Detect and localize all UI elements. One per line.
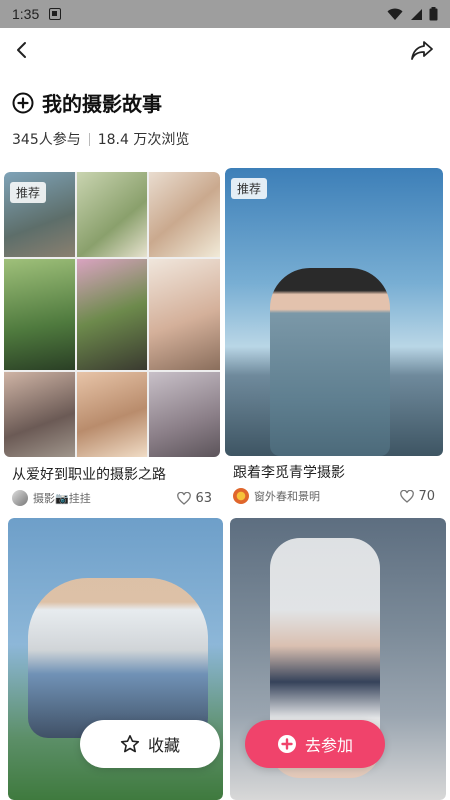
recommend-tag: 推荐 (10, 182, 47, 203)
heart-outline-icon (177, 491, 192, 505)
collect-label: 收藏 (147, 736, 180, 755)
notification-icon (49, 8, 62, 20)
share-button[interactable] (406, 34, 438, 66)
collect-button[interactable]: 收藏 (80, 720, 220, 768)
share-arrow-icon (411, 41, 433, 60)
page-title: 我的摄影故事 (42, 92, 162, 116)
avatar (12, 490, 28, 506)
like-button[interactable]: 70 (400, 489, 435, 504)
like-count: 70 (418, 488, 435, 504)
chevron-left-icon (17, 42, 26, 58)
author-name: 窗外春和景明 (254, 490, 320, 503)
top-bar (0, 28, 450, 72)
wifi-icon (387, 8, 403, 20)
photo-subject (270, 268, 390, 456)
action-bar: 收藏 去参加 (0, 720, 450, 776)
status-icons (387, 7, 438, 21)
post-card[interactable]: 推荐 跟着李觅青学摄影 窗外春和景明 70 (225, 168, 443, 518)
plus-circle-filled-icon (277, 735, 296, 753)
topic-sheet: 我的摄影故事 345人参与 18.4 万次浏览 推荐 从爱好到职业的摄影之路 摄… (0, 28, 450, 800)
post-title: 从爱好到职业的摄影之路 (12, 467, 166, 483)
plus-circle-icon (12, 92, 34, 113)
heart-outline-icon (400, 489, 415, 503)
join-label: 去参加 (304, 736, 353, 755)
post-card[interactable]: 推荐 从爱好到职业的摄影之路 摄影📷挂挂 63 (4, 172, 220, 517)
post-cover-photo: 推荐 (225, 168, 443, 456)
status-bar: 1:35 (0, 0, 450, 28)
post-title: 跟着李觅青学摄影 (233, 465, 345, 481)
like-count: 63 (195, 490, 212, 506)
back-button[interactable] (6, 34, 38, 66)
views-count: 18.4 万次浏览 (97, 132, 190, 148)
like-button[interactable]: 63 (177, 491, 212, 506)
signal-icon (411, 8, 422, 20)
participants-count: 345人参与 (12, 132, 81, 148)
recommend-tag: 推荐 (231, 178, 268, 199)
topic-header: 我的摄影故事 345人参与 18.4 万次浏览 (12, 88, 189, 149)
post-cover-collage: 推荐 (4, 172, 220, 457)
star-outline-icon (120, 735, 140, 753)
photo-collage (4, 172, 220, 457)
avatar (233, 488, 249, 504)
stats-divider (88, 132, 90, 146)
status-time: 1:35 (12, 6, 40, 22)
post-meta: 摄影📷挂挂 63 (12, 490, 212, 506)
battery-icon (429, 7, 438, 21)
topic-stats: 345人参与 18.4 万次浏览 (12, 129, 189, 149)
photo-subject (28, 578, 208, 738)
join-button[interactable]: 去参加 (245, 720, 385, 768)
post-meta: 窗外春和景明 70 (233, 488, 435, 504)
author-name: 摄影📷挂挂 (33, 492, 91, 505)
title-row: 我的摄影故事 (12, 88, 189, 117)
